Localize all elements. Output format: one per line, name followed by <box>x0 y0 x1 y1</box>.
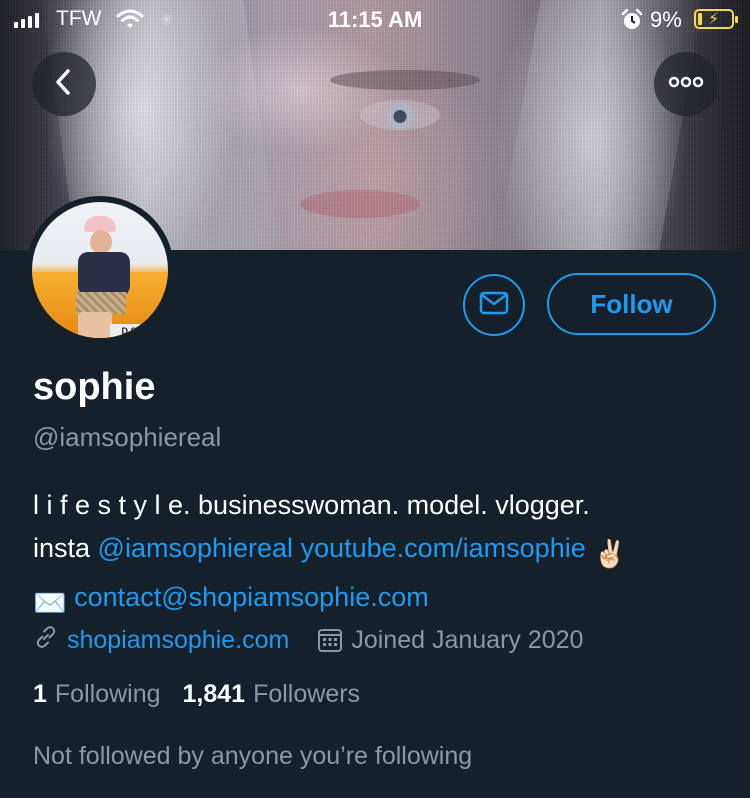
not-followed-note: Not followed by anyone you’re following <box>33 742 473 770</box>
followers-count: 1,841 <box>182 680 246 708</box>
follow-button[interactable]: Follow <box>547 273 716 335</box>
following-count: 1 <box>33 680 47 708</box>
battery-icon: ⚡ <box>694 9 738 29</box>
message-button[interactable] <box>463 274 525 336</box>
calendar-icon <box>317 627 343 653</box>
bio-line: l i f e s t y l e. businesswoman. model.… <box>33 490 590 520</box>
bio-line: ✉️ contact@shopiamsophie.com <box>33 576 733 625</box>
following-label: Following <box>54 680 161 708</box>
profile-bio: l i f e s t y l e. businesswoman. model.… <box>33 484 733 625</box>
envelope-emoji: ✉️ <box>33 588 67 618</box>
envelope-icon <box>479 291 509 320</box>
follow-counts: 1 Following 1,841 Followers <box>33 680 360 709</box>
profile-meta: shopiamsophie.com Joined January 2020 <box>33 622 583 658</box>
bio-text: insta <box>33 533 98 563</box>
more-horizontal-icon <box>668 75 704 93</box>
avatar[interactable]: D SPY <box>26 196 174 344</box>
bio-email-link[interactable]: contact@shopiamsophie.com <box>74 582 429 612</box>
link-icon <box>33 624 59 657</box>
battery-percent: 9% <box>650 7 682 32</box>
following-count-link[interactable]: 1 Following <box>33 680 161 709</box>
more-options-button[interactable] <box>654 52 718 116</box>
avatar-plate-text: D SPY <box>110 324 160 338</box>
profile-name: sophie <box>33 366 156 408</box>
followers-count-link[interactable]: 1,841 Followers <box>183 680 361 709</box>
status-bar: TFW ✳ 11:15 AM 9% ⚡ <box>0 0 750 40</box>
bio-line: insta @iamsophiereal youtube.com/iamsoph… <box>33 527 733 576</box>
website-link[interactable]: shopiamsophie.com <box>67 626 289 655</box>
bio-youtube-link[interactable]: youtube.com/iamsophie <box>301 533 586 563</box>
bio-mention-link[interactable]: @iamsophiereal <box>98 533 294 563</box>
followers-label: Followers <box>253 680 361 708</box>
back-button[interactable] <box>32 52 96 116</box>
joined-date: Joined January 2020 <box>351 625 584 654</box>
avatar-image: D SPY <box>32 202 168 338</box>
profile-handle: @iamsophiereal <box>33 422 222 452</box>
chevron-left-icon <box>51 67 77 102</box>
victory-hand-emoji: ✌🏻 <box>593 539 627 569</box>
alarm-icon <box>620 8 644 38</box>
